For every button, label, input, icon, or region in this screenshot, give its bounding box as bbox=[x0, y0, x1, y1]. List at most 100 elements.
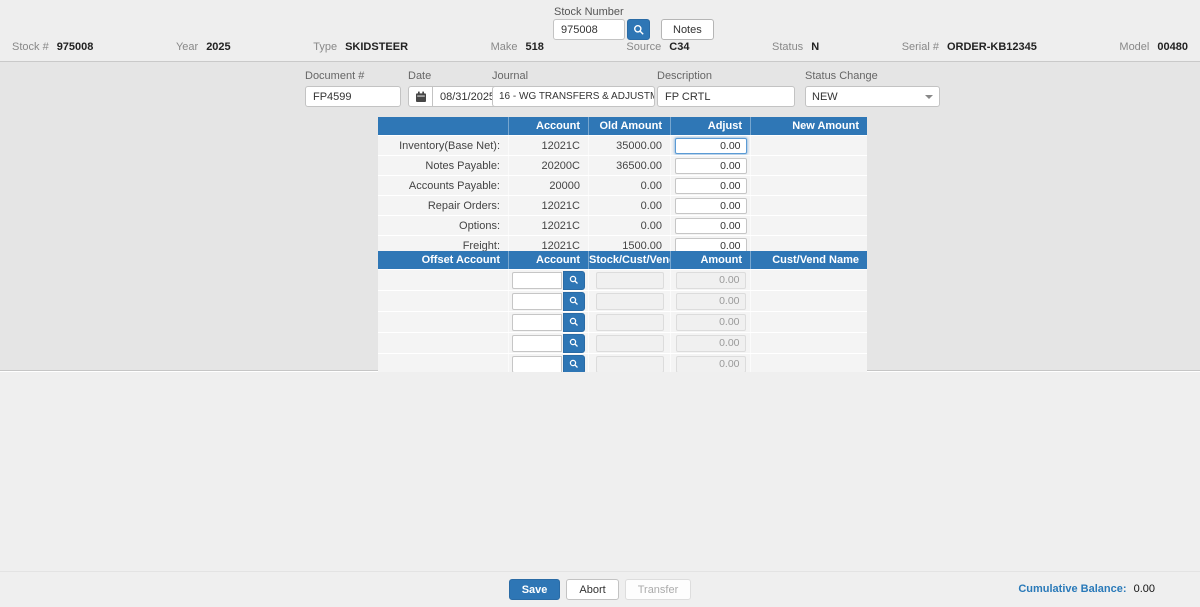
offset-table-header-row: Offset Account Account Stock/Cust/Vend A… bbox=[378, 251, 867, 269]
stock-search-area: Notes bbox=[553, 19, 714, 40]
offset-account-cell bbox=[378, 270, 508, 290]
search-icon bbox=[633, 24, 645, 36]
stock-cust-vend-input bbox=[596, 293, 664, 310]
stock-cust-vend-input bbox=[596, 272, 664, 289]
column-header-new-amount: New Amount bbox=[750, 117, 867, 135]
account-lookup-group bbox=[509, 334, 588, 353]
save-button[interactable]: Save bbox=[509, 579, 561, 600]
account-cell: 12021C bbox=[508, 136, 588, 155]
account-cell: 20200C bbox=[508, 156, 588, 175]
account-search-button[interactable] bbox=[563, 292, 585, 311]
status-change-selected-value: NEW bbox=[812, 91, 838, 103]
offset-account-input[interactable] bbox=[512, 272, 562, 289]
stock-number-label: Stock Number bbox=[554, 6, 624, 18]
offset-account-table: Offset Account Account Stock/Cust/Vend A… bbox=[378, 251, 867, 374]
offset-account-input[interactable] bbox=[512, 314, 562, 331]
offset-account-input[interactable] bbox=[512, 335, 562, 352]
chevron-down-icon bbox=[925, 95, 933, 99]
cust-vend-name-cell bbox=[750, 291, 867, 311]
table-row-notes-payable: Notes Payable: 20200C 36500.00 bbox=[378, 155, 867, 175]
description-input[interactable] bbox=[657, 86, 795, 107]
offset-account-cell bbox=[378, 312, 508, 332]
column-header-stock-cust-vend: Stock/Cust/Vend bbox=[588, 251, 670, 269]
stock-number-input[interactable] bbox=[553, 19, 625, 40]
adjust-amount-input[interactable] bbox=[675, 198, 747, 214]
offset-table-row bbox=[378, 311, 867, 332]
search-icon bbox=[569, 317, 579, 327]
stock-search-button[interactable] bbox=[627, 19, 650, 40]
account-search-button[interactable] bbox=[563, 271, 585, 290]
table-row-repair-orders: Repair Orders: 12021C 0.00 bbox=[378, 195, 867, 215]
document-number-field: Document # bbox=[305, 70, 401, 107]
footer-bar: Save Abort Transfer Cumulative Balance: … bbox=[0, 571, 1200, 607]
cumulative-balance: Cumulative Balance: 0.00 bbox=[1018, 583, 1155, 595]
row-label: Options: bbox=[378, 216, 508, 235]
adjust-amount-input[interactable] bbox=[675, 218, 747, 234]
row-label: Inventory(Base Net): bbox=[378, 136, 508, 155]
row-label: Notes Payable: bbox=[378, 156, 508, 175]
account-lookup-group bbox=[509, 313, 588, 332]
offset-account-input[interactable] bbox=[512, 293, 562, 310]
description-label: Description bbox=[657, 70, 795, 82]
row-label: Accounts Payable: bbox=[378, 176, 508, 195]
account-search-button[interactable] bbox=[563, 313, 585, 332]
column-header-account: Account bbox=[508, 117, 588, 135]
adjust-amount-input[interactable] bbox=[675, 158, 747, 174]
table-row-options: Options: 12021C 0.00 bbox=[378, 215, 867, 235]
old-amount-cell: 0.00 bbox=[588, 176, 670, 195]
offset-table-row bbox=[378, 353, 867, 374]
notes-button[interactable]: Notes bbox=[661, 19, 714, 40]
account-search-button[interactable] bbox=[563, 334, 585, 353]
old-amount-cell: 35000.00 bbox=[588, 136, 670, 155]
adjust-amount-input[interactable] bbox=[675, 138, 747, 154]
info-field-source: SourceC34 bbox=[626, 41, 689, 53]
column-header-account: Account bbox=[508, 251, 588, 269]
search-icon bbox=[569, 275, 579, 285]
top-bar: Stock Number Notes Stock #975008 Year202… bbox=[0, 0, 1200, 62]
info-field-type: TypeSKIDSTEER bbox=[313, 41, 408, 53]
status-change-label: Status Change bbox=[805, 70, 940, 82]
account-cell: 12021C bbox=[508, 216, 588, 235]
cust-vend-name-cell bbox=[750, 354, 867, 374]
info-field-model: Model00480 bbox=[1119, 41, 1188, 53]
old-amount-cell: 0.00 bbox=[588, 196, 670, 215]
offset-table-row bbox=[378, 332, 867, 353]
new-amount-cell bbox=[750, 156, 867, 175]
offset-amount-input bbox=[676, 272, 746, 289]
document-number-label: Document # bbox=[305, 70, 401, 82]
table-row-accounts-payable: Accounts Payable: 20000 0.00 bbox=[378, 175, 867, 195]
document-number-input[interactable] bbox=[305, 86, 401, 107]
new-amount-cell bbox=[750, 176, 867, 195]
account-search-button[interactable] bbox=[563, 355, 585, 374]
new-amount-cell bbox=[750, 136, 867, 155]
cumulative-balance-value: 0.00 bbox=[1134, 583, 1155, 595]
offset-amount-input bbox=[676, 314, 746, 331]
info-field-stock: Stock #975008 bbox=[12, 41, 93, 53]
offset-amount-input bbox=[676, 335, 746, 352]
column-header-blank bbox=[378, 117, 508, 135]
column-header-amount: Amount bbox=[670, 251, 750, 269]
column-header-offset-account: Offset Account bbox=[378, 251, 508, 269]
stock-cust-vend-input bbox=[596, 335, 664, 352]
status-change-select[interactable]: NEW bbox=[805, 86, 940, 107]
offset-account-cell bbox=[378, 333, 508, 353]
calendar-button[interactable] bbox=[408, 86, 433, 107]
calendar-icon bbox=[415, 91, 427, 103]
journal-selected-value: 16 - WG TRANSFERS & ADJUSTMENTS bbox=[499, 91, 655, 102]
offset-account-input[interactable] bbox=[512, 356, 562, 373]
info-field-status: StatusN bbox=[772, 41, 819, 53]
content-blank-area: Save Abort Transfer Cumulative Balance: … bbox=[0, 372, 1200, 607]
account-cell: 12021C bbox=[508, 196, 588, 215]
adjust-amount-input[interactable] bbox=[675, 178, 747, 194]
account-lookup-group bbox=[509, 292, 588, 311]
transfer-button: Transfer bbox=[625, 579, 692, 600]
adjustment-form-section: Document # Date Journal 16 - WG TRANSFER… bbox=[0, 62, 1200, 371]
status-change-field: Status Change NEW bbox=[805, 70, 940, 107]
column-header-adjust-amount: Adjust Amount bbox=[670, 117, 750, 135]
journal-select[interactable]: 16 - WG TRANSFERS & ADJUSTMENTS bbox=[492, 86, 655, 107]
abort-button[interactable]: Abort bbox=[566, 579, 618, 600]
cust-vend-name-cell bbox=[750, 312, 867, 332]
stock-cust-vend-input bbox=[596, 356, 664, 373]
cust-vend-name-cell bbox=[750, 270, 867, 290]
cumulative-balance-label: Cumulative Balance: bbox=[1018, 583, 1126, 595]
